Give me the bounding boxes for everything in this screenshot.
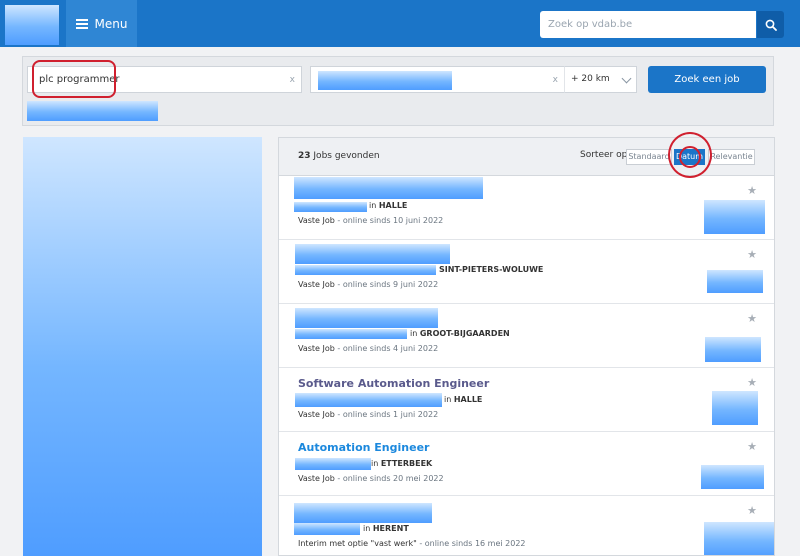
posted-date: - online sinds 9 juni 2022 — [337, 280, 439, 289]
job-location: in HALLE — [369, 201, 407, 210]
site-logo[interactable] — [5, 5, 59, 45]
posted-date: - online sinds 20 mei 2022 — [337, 474, 444, 483]
job-item[interactable]: SINT-PIETERS-WOLUWE Vaste Job - online s… — [279, 239, 774, 304]
posted-date: - online sinds 10 juni 2022 — [337, 216, 444, 225]
sort-highlight-inner-annotation — [679, 146, 701, 168]
results-count: 23 Jobs gevonden — [298, 151, 380, 161]
contract-type: Vaste Job — [298, 474, 335, 483]
location-name: HERENT — [372, 524, 409, 533]
location-prefix: in — [369, 201, 377, 210]
job-meta: Interim met optie "vast werk" - online s… — [298, 539, 526, 548]
find-job-button[interactable]: Zoek een job — [648, 66, 766, 93]
job-location: SINT-PIETERS-WOLUWE — [439, 265, 543, 274]
company-logo-redacted — [707, 270, 763, 293]
favorite-star-icon[interactable]: ★ — [747, 248, 757, 261]
favorite-star-icon[interactable]: ★ — [747, 504, 757, 517]
job-item[interactable]: in HALLE Vaste Job - online sinds 10 jun… — [279, 175, 774, 240]
favorite-star-icon[interactable]: ★ — [747, 376, 757, 389]
job-title-redacted[interactable] — [294, 503, 432, 523]
company-logo-redacted — [704, 200, 765, 234]
location-value-redacted — [318, 71, 452, 90]
job-location: in ETTERBEEK — [371, 459, 432, 468]
job-title[interactable]: Software Automation Engineer — [298, 377, 489, 390]
job-title-redacted[interactable] — [295, 244, 450, 264]
location-prefix: in — [444, 395, 452, 404]
results-count-number: 23 — [298, 151, 311, 161]
site-search-button[interactable] — [757, 11, 784, 38]
menu-label: Menu — [94, 16, 128, 31]
job-title[interactable]: Automation Engineer — [298, 441, 429, 454]
menu-button[interactable]: Menu — [66, 0, 137, 47]
contract-type: Vaste Job — [298, 280, 335, 289]
company-name-redacted — [294, 202, 367, 212]
results-count-label: Jobs gevonden — [313, 151, 380, 161]
distance-value: + 20 km — [571, 74, 610, 84]
job-item[interactable]: in GROOT-BIJGAARDEN Vaste Job - online s… — [279, 303, 774, 368]
company-name-redacted — [294, 523, 360, 535]
contract-type: Vaste Job — [298, 344, 335, 353]
location-name: SINT-PIETERS-WOLUWE — [439, 265, 544, 274]
results-panel: 23 Jobs gevonden Sorteer op Standaard Da… — [278, 137, 775, 556]
search-icon — [765, 19, 777, 31]
keyword-highlight-annotation — [32, 60, 116, 98]
location-prefix: in — [371, 459, 379, 468]
location-clear-icon[interactable]: x — [553, 75, 558, 85]
job-location: in GROOT-BIJGAARDEN — [410, 329, 510, 338]
favorite-star-icon[interactable]: ★ — [747, 312, 757, 325]
job-meta: Vaste Job - online sinds 1 juni 2022 — [298, 410, 438, 419]
job-title-redacted[interactable] — [294, 177, 483, 199]
job-location: in HERENT — [363, 524, 409, 533]
job-meta: Vaste Job - online sinds 10 juni 2022 — [298, 216, 443, 225]
job-item[interactable]: Automation Engineer in ETTERBEEK Vaste J… — [279, 431, 774, 496]
location-name: HALLE — [378, 201, 408, 210]
location-prefix: in — [410, 329, 418, 338]
contract-type: Vaste Job — [298, 216, 335, 225]
favorite-star-icon[interactable]: ★ — [747, 184, 757, 197]
chevron-down-icon — [621, 73, 632, 84]
contract-type: Interim met optie "vast werk" — [298, 539, 417, 548]
sort-label: Sorteer op — [580, 150, 628, 160]
job-item[interactable]: in HERENT Interim met optie "vast werk" … — [279, 495, 774, 555]
company-name-redacted — [295, 458, 371, 470]
job-meta: Vaste Job - online sinds 9 juni 2022 — [298, 280, 438, 289]
company-name-redacted — [295, 393, 442, 407]
job-meta: Vaste Job - online sinds 4 juni 2022 — [298, 344, 438, 353]
location-name: ETTERBEEK — [380, 459, 433, 468]
posted-date: - online sinds 16 mei 2022 — [419, 539, 526, 548]
distance-select[interactable]: + 20 km — [564, 66, 637, 93]
sort-relevance-button[interactable]: Relevantie — [708, 149, 755, 165]
job-location: in HALLE — [444, 395, 482, 404]
company-logo-redacted — [704, 522, 774, 555]
filter-sidebar-redacted — [23, 137, 262, 556]
company-logo-redacted — [701, 465, 764, 489]
location-prefix: in — [363, 524, 371, 533]
company-logo-redacted — [712, 391, 758, 425]
posted-date: - online sinds 1 juni 2022 — [337, 410, 439, 419]
job-item[interactable]: Software Automation Engineer in HALLE Va… — [279, 367, 774, 432]
posted-date: - online sinds 4 juni 2022 — [337, 344, 439, 353]
favorite-star-icon[interactable]: ★ — [747, 440, 757, 453]
sort-standard-button[interactable]: Standaard — [626, 149, 672, 165]
top-navigation-bar: Menu Zoek op vdab.be — [0, 0, 800, 47]
company-logo-redacted — [705, 337, 761, 362]
company-name-redacted — [295, 329, 407, 339]
keyword-clear-icon[interactable]: x — [290, 75, 295, 85]
job-meta: Vaste Job - online sinds 20 mei 2022 — [298, 474, 444, 483]
job-title-redacted[interactable] — [295, 308, 438, 328]
site-search-input[interactable]: Zoek op vdab.be — [540, 11, 756, 38]
location-name: HALLE — [453, 395, 483, 404]
hamburger-icon — [75, 18, 88, 29]
location-name: GROOT-BIJGAARDEN — [419, 329, 510, 338]
company-name-redacted — [295, 265, 436, 275]
filter-tag-redacted[interactable] — [27, 101, 158, 121]
contract-type: Vaste Job — [298, 410, 335, 419]
location-input[interactable]: x — [310, 66, 565, 93]
